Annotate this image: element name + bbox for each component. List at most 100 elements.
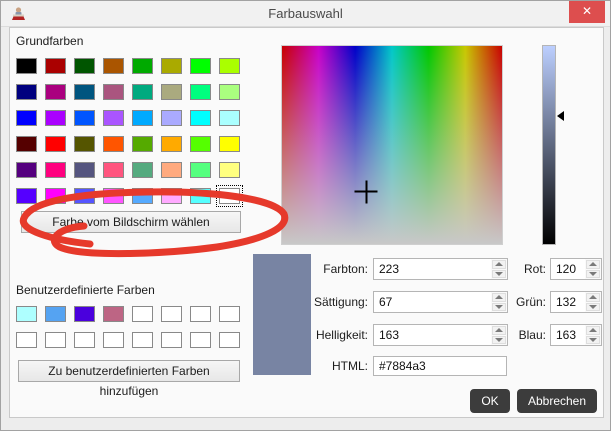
picker-crosshair[interactable]	[355, 180, 378, 203]
custom-color-swatch[interactable]	[132, 332, 153, 348]
basic-color-swatch[interactable]	[45, 162, 66, 178]
add-custom-color-button[interactable]: Zu benutzerdefinierten Farben hinzufügen	[18, 360, 240, 382]
basic-color-swatch[interactable]	[132, 162, 153, 178]
ok-button[interactable]: OK	[470, 389, 510, 413]
green-spinbox[interactable]: 132	[550, 291, 602, 313]
basic-color-swatch[interactable]	[219, 110, 240, 126]
basic-color-swatch[interactable]	[103, 136, 124, 152]
basic-color-swatch[interactable]	[190, 188, 211, 204]
hue-saturation-pane[interactable]	[281, 45, 503, 245]
spin-up-button[interactable]	[586, 326, 600, 335]
saturation-label: Sättigung:	[288, 291, 368, 313]
luminance-arrow-handle[interactable]	[557, 111, 564, 121]
basic-color-swatch[interactable]	[74, 188, 95, 204]
spin-down-button[interactable]	[586, 270, 600, 279]
custom-color-swatch[interactable]	[74, 306, 95, 322]
red-label: Rot:	[504, 258, 546, 280]
spin-up-button[interactable]	[586, 260, 600, 269]
luminance-gradient-bar[interactable]	[542, 45, 556, 245]
basic-color-swatch[interactable]	[132, 136, 153, 152]
green-value: 132	[551, 292, 585, 312]
basic-color-swatch[interactable]	[45, 84, 66, 100]
basic-color-swatch[interactable]	[16, 188, 37, 204]
spin-down-button[interactable]	[586, 303, 600, 312]
blue-label: Blau:	[504, 324, 546, 346]
red-spinbox[interactable]: 120	[550, 258, 602, 280]
basic-color-swatch[interactable]	[16, 162, 37, 178]
custom-color-swatch[interactable]	[161, 306, 182, 322]
basic-color-swatch[interactable]	[190, 110, 211, 126]
basic-color-swatch[interactable]	[161, 110, 182, 126]
basic-color-swatch[interactable]	[219, 188, 240, 204]
basic-color-swatch[interactable]	[132, 110, 153, 126]
basic-color-swatch[interactable]	[219, 84, 240, 100]
basic-color-swatch[interactable]	[74, 84, 95, 100]
custom-color-swatch[interactable]	[219, 306, 240, 322]
custom-color-swatch[interactable]	[103, 332, 124, 348]
basic-color-swatch[interactable]	[219, 162, 240, 178]
basic-color-swatch[interactable]	[190, 162, 211, 178]
custom-color-swatch[interactable]	[103, 306, 124, 322]
basic-color-swatch[interactable]	[103, 188, 124, 204]
basic-color-swatch[interactable]	[219, 58, 240, 74]
basic-color-swatch[interactable]	[74, 110, 95, 126]
hue-label: Farbton:	[288, 258, 368, 280]
basic-color-swatch[interactable]	[45, 136, 66, 152]
basic-color-swatch[interactable]	[161, 188, 182, 204]
basic-color-swatch[interactable]	[132, 188, 153, 204]
custom-color-swatch[interactable]	[45, 306, 66, 322]
basic-color-swatch[interactable]	[45, 110, 66, 126]
html-input[interactable]: #7884a3	[373, 356, 507, 376]
basic-color-swatch[interactable]	[16, 136, 37, 152]
basic-color-swatch[interactable]	[132, 58, 153, 74]
basic-color-swatch[interactable]	[190, 136, 211, 152]
custom-color-swatch[interactable]	[16, 332, 37, 348]
basic-color-swatch[interactable]	[161, 84, 182, 100]
custom-color-swatch[interactable]	[190, 306, 211, 322]
custom-color-swatch[interactable]	[219, 332, 240, 348]
spin-up-button[interactable]	[586, 293, 600, 302]
hue-spinbox[interactable]: 223	[373, 258, 508, 280]
basic-color-swatch[interactable]	[132, 84, 153, 100]
basic-color-swatch[interactable]	[190, 84, 211, 100]
custom-color-swatch[interactable]	[16, 306, 37, 322]
basic-color-swatch[interactable]	[219, 136, 240, 152]
basic-color-swatch[interactable]	[103, 84, 124, 100]
basic-color-swatch[interactable]	[103, 58, 124, 74]
basic-color-swatch[interactable]	[190, 58, 211, 74]
custom-color-swatch[interactable]	[45, 332, 66, 348]
basic-color-swatch[interactable]	[161, 162, 182, 178]
color-dialog-window: Farbauswahl ✕ Grundfarben Farbe vom Bild…	[0, 0, 611, 431]
green-label: Grün:	[504, 291, 546, 313]
luminance-slider[interactable]	[542, 45, 564, 245]
basic-color-swatch[interactable]	[74, 162, 95, 178]
titlebar: Farbauswahl ✕	[1, 1, 610, 27]
spin-down-button[interactable]	[586, 336, 600, 345]
basic-color-swatch[interactable]	[161, 136, 182, 152]
basic-colors-label: Grundfarben	[16, 34, 83, 48]
basic-color-swatch[interactable]	[103, 110, 124, 126]
saturation-spinbox[interactable]: 67	[373, 291, 508, 313]
custom-color-swatch[interactable]	[190, 332, 211, 348]
basic-color-swatch[interactable]	[16, 84, 37, 100]
basic-color-swatch[interactable]	[103, 162, 124, 178]
basic-color-swatch[interactable]	[16, 110, 37, 126]
close-button[interactable]: ✕	[569, 1, 605, 23]
basic-color-swatch[interactable]	[161, 58, 182, 74]
saturation-value: 67	[374, 292, 491, 312]
value-spinbox[interactable]: 163	[373, 324, 508, 346]
basic-color-swatch[interactable]	[45, 58, 66, 74]
pick-from-screen-button[interactable]: Farbe vom Bildschirm wählen	[21, 211, 241, 233]
basic-color-swatch[interactable]	[74, 136, 95, 152]
basic-color-swatch[interactable]	[16, 58, 37, 74]
red-value: 120	[551, 259, 585, 279]
custom-color-swatch[interactable]	[74, 332, 95, 348]
custom-color-swatch[interactable]	[161, 332, 182, 348]
custom-colors-grid	[16, 306, 240, 348]
custom-color-swatch[interactable]	[132, 306, 153, 322]
basic-color-swatch[interactable]	[45, 188, 66, 204]
html-label: HTML:	[288, 355, 368, 377]
blue-spinbox[interactable]: 163	[550, 324, 602, 346]
cancel-button[interactable]: Abbrechen	[517, 389, 597, 413]
basic-color-swatch[interactable]	[74, 58, 95, 74]
